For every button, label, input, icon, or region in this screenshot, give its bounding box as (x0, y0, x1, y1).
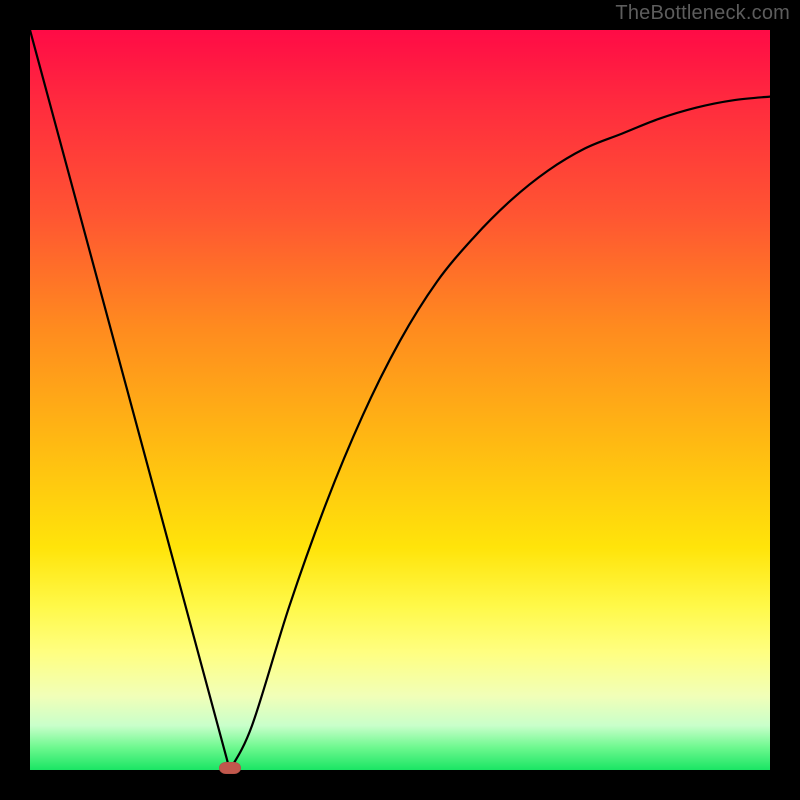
optimal-point-marker (219, 762, 241, 774)
bottleneck-curve (30, 30, 770, 770)
chart-stage: TheBottleneck.com (0, 0, 800, 800)
watermark-text: TheBottleneck.com (615, 2, 790, 25)
plot-area (30, 30, 770, 770)
